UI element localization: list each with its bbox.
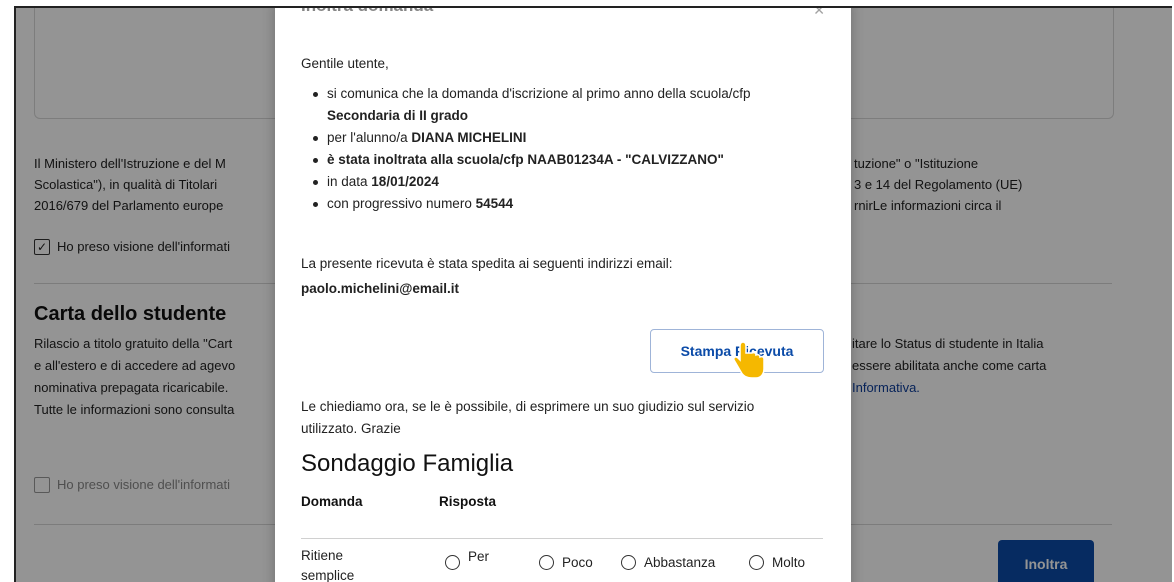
radio-option-poco[interactable]: Poco: [539, 555, 593, 570]
item-bold: 18/01/2024: [371, 174, 439, 189]
email-address: paolo.michelini@email.it: [301, 281, 459, 296]
radio-label: Poco: [562, 555, 593, 570]
item-bold: DIANA MICHELINI: [411, 130, 527, 145]
radio-option-molto[interactable]: Molto: [749, 555, 805, 570]
radio-circle-icon[interactable]: [621, 555, 636, 570]
radio-circle-icon[interactable]: [445, 555, 460, 570]
item-bold: Secondaria di II grado: [327, 108, 469, 123]
list-item: in data 18/01/2024: [301, 171, 821, 193]
column-header-domanda: Domanda: [301, 494, 363, 509]
close-icon[interactable]: ✕: [813, 8, 825, 19]
modal-title: Inoltra domanda: [301, 8, 433, 16]
list-item: con progressivo numero 54544: [301, 193, 821, 215]
list-item: si comunica che la domanda d'iscrizione …: [301, 83, 821, 127]
list-item: per l'alunno/a DIANA MICHELINI: [301, 127, 821, 149]
item-text: in data: [327, 174, 372, 189]
item-text: si comunica che la domanda d'iscrizione …: [327, 86, 751, 101]
receipt-modal: Inoltra domanda ✕ Gentile utente, si com…: [275, 8, 851, 582]
feedback-text: Le chiediamo ora, se le è possibile, di …: [301, 399, 755, 436]
item-bold: è stata inoltrata alla scuola/cfp NAAB01…: [327, 152, 724, 167]
radio-label: Molto: [772, 555, 806, 570]
radio-label: Per: [468, 549, 490, 564]
radio-circle-icon[interactable]: [749, 555, 764, 570]
list-item: è stata inoltrata alla scuola/cfp NAAB01…: [301, 149, 821, 171]
radio-circle-icon[interactable]: [539, 555, 554, 570]
receipt-details-list: si comunica che la domanda d'iscrizione …: [301, 83, 821, 215]
pointer-cursor-icon: [733, 341, 765, 379]
table-divider: [301, 538, 823, 539]
item-text: per l'alunno/a: [327, 130, 412, 145]
item-text: con progressivo numero: [327, 196, 476, 211]
column-header-risposta: Risposta: [439, 494, 497, 509]
radio-option-abbastanza[interactable]: Abbastanza: [621, 555, 715, 570]
survey-question: Ritiene semplice: [301, 548, 355, 582]
item-bold: 54544: [475, 196, 514, 211]
radio-label: Abbastanza: [644, 555, 716, 570]
radio-option-per[interactable]: Per: [445, 549, 489, 570]
browser-viewport: Il Ministero dell'Istruzione e del M Sco…: [14, 6, 1172, 582]
greeting: Gentile utente,: [301, 56, 389, 71]
email-intro: La presente ricevuta è stata spedita ai …: [301, 256, 673, 271]
survey-title: Sondaggio Famiglia: [301, 450, 514, 477]
